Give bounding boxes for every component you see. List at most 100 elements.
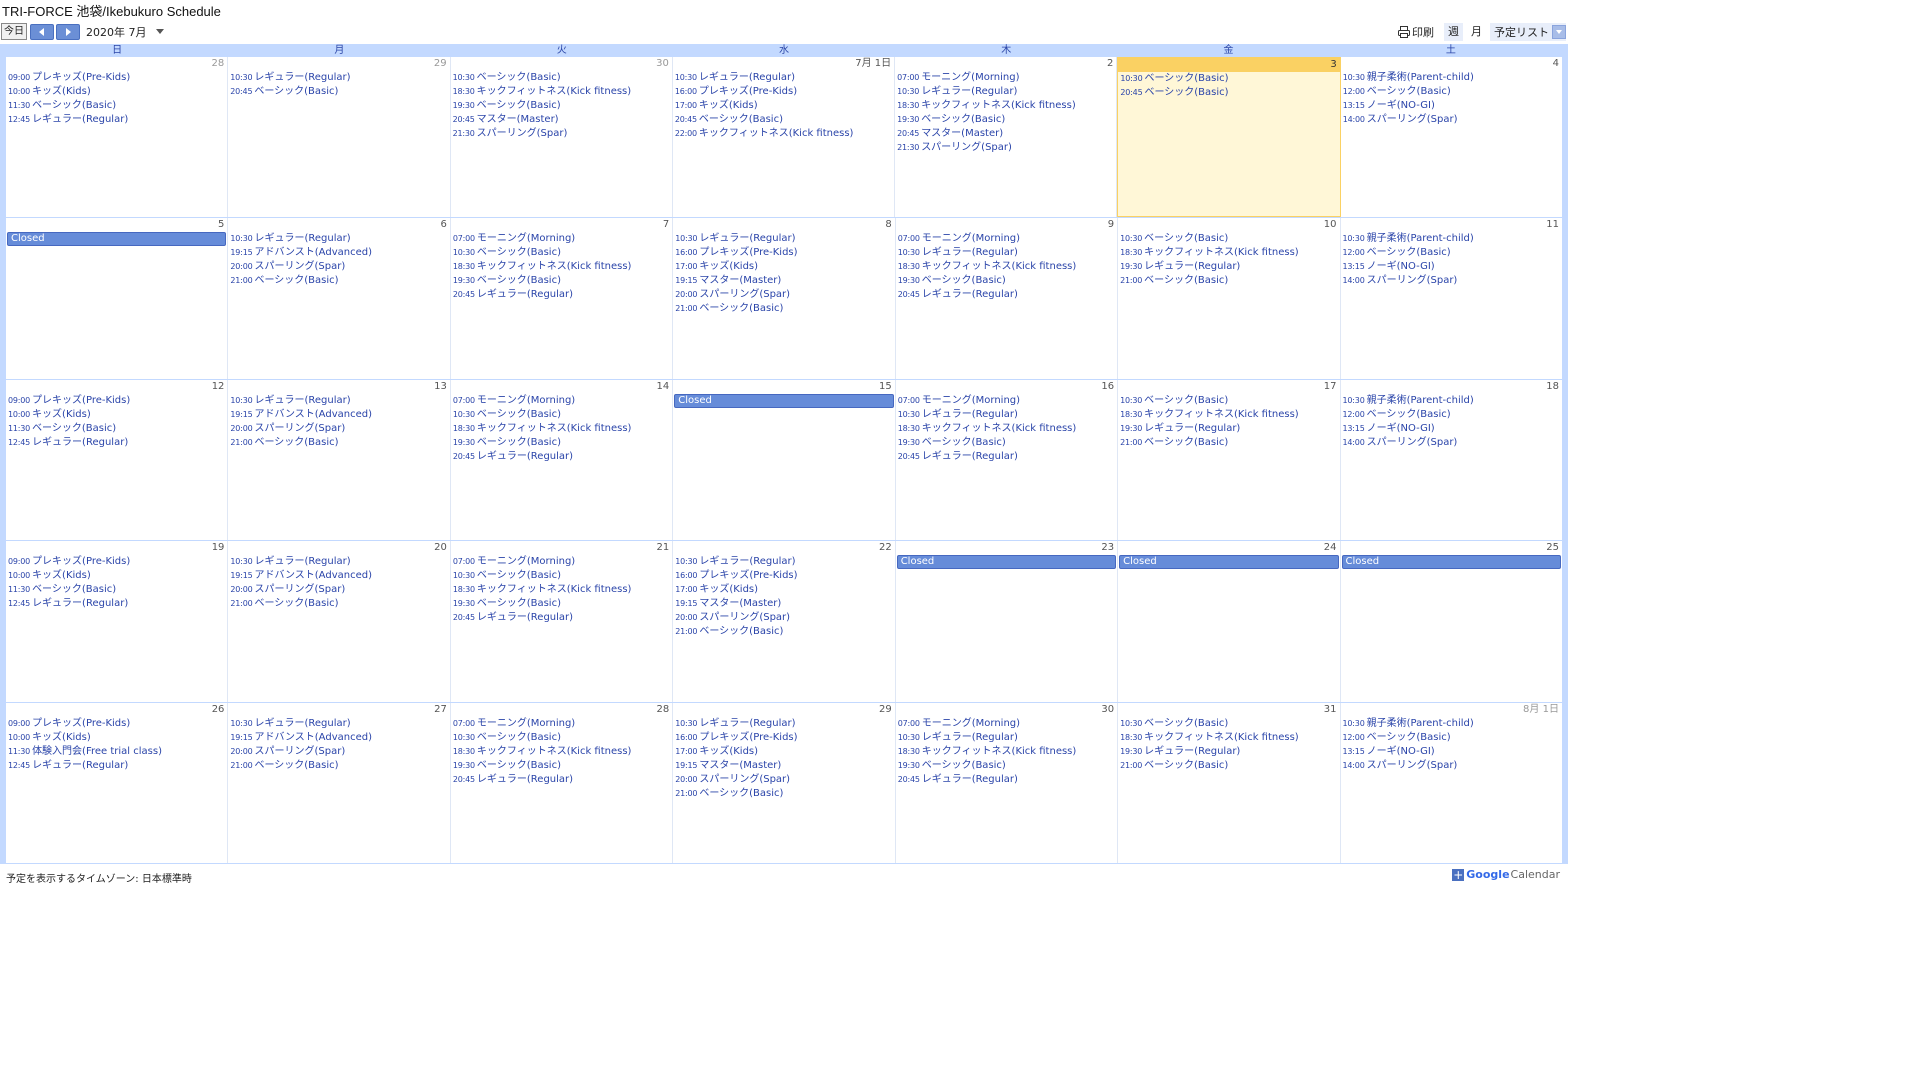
day-cell[interactable]: 4 10:30 親子柔術(Parent-child) 12:00 ベーシック(Basic…: [1340, 57, 1562, 218]
day-cell[interactable]: 28 07:00 モーニング(Morning) 10:30 ベーシック(Basic) 18…: [450, 702, 674, 864]
day-number[interactable]: 9: [896, 218, 1117, 232]
event-item[interactable]: 14:00 スパーリング(Spar): [1343, 274, 1562, 288]
day-number[interactable]: 27: [228, 703, 449, 717]
day-number[interactable]: 14: [451, 380, 672, 394]
day-number[interactable]: 30: [896, 703, 1117, 717]
event-item[interactable]: 16:00 プレキッズ(Pre-Kids): [675, 569, 894, 583]
day-cell[interactable]: 3 10:30 ベーシック(Basic) 20:45 ベーシック(Basic): [1117, 57, 1341, 218]
today-button[interactable]: 今日: [1, 23, 27, 40]
day-number[interactable]: 6: [228, 218, 449, 232]
event-item[interactable]: 10:30 レギュラー(Regular): [675, 717, 894, 731]
day-number[interactable]: 16: [896, 380, 1117, 394]
event-item[interactable]: 17:00 キッズ(Kids): [675, 99, 894, 113]
event-item[interactable]: 22:00 キックフィットネス(Kick fitness): [675, 127, 894, 141]
day-number[interactable]: 18: [1341, 380, 1562, 394]
event-item[interactable]: 20:00 スパーリング(Spar): [675, 611, 894, 625]
event-item[interactable]: 19:15 アドバンスト(Advanced): [230, 408, 449, 422]
day-number[interactable]: 4: [1341, 57, 1562, 71]
chevron-down-icon[interactable]: [1552, 25, 1566, 39]
event-item[interactable]: 10:30 ベーシック(Basic): [453, 408, 672, 422]
closed-event[interactable]: Closed: [7, 232, 227, 247]
event-item[interactable]: 20:45 マスター(Master): [453, 113, 672, 127]
event-item[interactable]: 19:30 レギュラー(Regular): [1120, 745, 1339, 759]
event-item[interactable]: 14:00 スパーリング(Spar): [1343, 113, 1562, 127]
event-item[interactable]: 17:00 キッズ(Kids): [675, 583, 894, 597]
event-item[interactable]: 07:00 モーニング(Morning): [453, 717, 672, 731]
day-cell[interactable]: 14 07:00 モーニング(Morning) 10:30 ベーシック(Basic) 18…: [450, 379, 674, 541]
day-number[interactable]: 23: [896, 541, 1117, 555]
google-calendar-link[interactable]: + Google Calendar: [1452, 868, 1560, 881]
event-item[interactable]: 18:30 キックフィットネス(Kick fitness): [453, 745, 672, 759]
day-cell[interactable]: 8月 1日 10:30 親子柔術(Parent-child) 12:00 ベーシック(B…: [1340, 702, 1562, 864]
event-item[interactable]: 10:30 レギュラー(Regular): [230, 717, 449, 731]
event-item[interactable]: 10:30 レギュラー(Regular): [898, 731, 1117, 745]
event-item[interactable]: 14:00 スパーリング(Spar): [1343, 759, 1562, 773]
agenda-view-tab[interactable]: 予定リスト: [1490, 23, 1566, 41]
event-item[interactable]: 21:00 ベーシック(Basic): [230, 436, 449, 450]
event-item[interactable]: 21:30 スパーリング(Spar): [897, 141, 1116, 155]
event-item[interactable]: 19:30 レギュラー(Regular): [1120, 422, 1339, 436]
day-number[interactable]: 7月 1日: [673, 57, 894, 71]
day-number[interactable]: 2: [895, 57, 1116, 71]
event-item[interactable]: 12:00 ベーシック(Basic): [1343, 408, 1562, 422]
event-item[interactable]: 12:00 ベーシック(Basic): [1343, 731, 1562, 745]
day-number[interactable]: 25: [1341, 541, 1562, 555]
week-view-tab[interactable]: 週: [1444, 23, 1463, 41]
event-item[interactable]: 21:00 ベーシック(Basic): [1120, 274, 1339, 288]
event-item[interactable]: 21:00 ベーシック(Basic): [230, 759, 449, 773]
day-number[interactable]: 17: [1118, 380, 1339, 394]
event-item[interactable]: 10:30 ベーシック(Basic): [1120, 394, 1339, 408]
closed-event[interactable]: Closed: [674, 393, 894, 408]
event-item[interactable]: 20:45 レギュラー(Regular): [898, 773, 1117, 787]
day-number[interactable]: 20: [228, 541, 449, 555]
event-item[interactable]: 20:00 スパーリング(Spar): [230, 422, 449, 436]
event-item[interactable]: 21:00 ベーシック(Basic): [1120, 436, 1339, 450]
event-item[interactable]: 07:00 モーニング(Morning): [453, 232, 672, 246]
event-item[interactable]: 20:00 スパーリング(Spar): [230, 583, 449, 597]
event-item[interactable]: 20:45 レギュラー(Regular): [453, 450, 672, 464]
day-cell[interactable]: 30 10:30 ベーシック(Basic) 18:30 キックフィットネス(Kick f…: [450, 57, 673, 218]
day-number[interactable]: 7: [451, 218, 672, 232]
day-cell[interactable]: 20 10:30 レギュラー(Regular) 19:15 アドバンスト(Advance…: [228, 541, 451, 702]
event-item[interactable]: 10:30 ベーシック(Basic): [453, 246, 672, 260]
event-item[interactable]: 19:30 ベーシック(Basic): [453, 99, 672, 113]
event-item[interactable]: 10:30 ベーシック(Basic): [1120, 232, 1339, 246]
event-item[interactable]: 21:00 ベーシック(Basic): [675, 787, 894, 801]
event-item[interactable]: 07:00 モーニング(Morning): [898, 232, 1117, 246]
event-item[interactable]: 07:00 モーニング(Morning): [453, 394, 672, 408]
print-button[interactable]: 印刷: [1398, 24, 1434, 40]
event-item[interactable]: 10:30 ベーシック(Basic): [1120, 72, 1339, 86]
day-number[interactable]: 19: [6, 541, 227, 555]
day-number[interactable]: 12: [6, 380, 227, 394]
event-item[interactable]: 18:30 キックフィットネス(Kick fitness): [453, 85, 672, 99]
event-item[interactable]: 18:30 キックフィットネス(Kick fitness): [898, 422, 1117, 436]
day-cell[interactable]: 5 Closed: [6, 218, 229, 379]
day-cell[interactable]: 2 07:00 モーニング(Morning) 10:30 レギュラー(Regular) 1…: [895, 57, 1118, 218]
event-item[interactable]: 10:30 レギュラー(Regular): [675, 232, 894, 246]
closed-event[interactable]: Closed: [896, 555, 1117, 570]
event-item[interactable]: 20:45 マスター(Master): [897, 127, 1116, 141]
event-item[interactable]: 12:00 ベーシック(Basic): [1343, 246, 1562, 260]
event-item[interactable]: 18:30 キックフィットネス(Kick fitness): [453, 260, 672, 274]
event-item[interactable]: 20:45 レギュラー(Regular): [453, 773, 672, 787]
day-cell[interactable]: 27 10:30 レギュラー(Regular) 19:15 アドバンスト(Advance…: [228, 702, 451, 864]
event-item[interactable]: 10:00 キッズ(Kids): [8, 85, 227, 99]
event-item[interactable]: 18:30 キックフィットネス(Kick fitness): [453, 422, 672, 436]
prev-month-button[interactable]: [30, 23, 54, 40]
day-cell[interactable]: 13 10:30 レギュラー(Regular) 19:15 アドバンスト(Advance…: [228, 379, 451, 541]
event-item[interactable]: 10:30 レギュラー(Regular): [230, 232, 449, 246]
event-item[interactable]: 14:00 スパーリング(Spar): [1343, 436, 1562, 450]
day-cell[interactable]: 12 09:00 プレキッズ(Pre-Kids) 10:00 キッズ(Kids) 11:3…: [6, 379, 229, 541]
event-item[interactable]: 10:30 レギュラー(Regular): [675, 71, 894, 85]
event-item[interactable]: 13:15 ノーギ(NO-GI): [1343, 422, 1562, 436]
next-month-button[interactable]: [56, 23, 80, 40]
event-item[interactable]: 12:45 レギュラー(Regular): [8, 597, 227, 611]
event-item[interactable]: 18:30 キックフィットネス(Kick fitness): [898, 260, 1117, 274]
event-item[interactable]: 10:30 レギュラー(Regular): [898, 408, 1117, 422]
event-item[interactable]: 19:30 ベーシック(Basic): [897, 113, 1116, 127]
event-item[interactable]: 07:00 モーニング(Morning): [897, 71, 1116, 85]
event-item[interactable]: 10:00 キッズ(Kids): [8, 569, 227, 583]
day-cell[interactable]: 24 Closed: [1118, 541, 1341, 702]
event-item[interactable]: 19:15 アドバンスト(Advanced): [230, 731, 449, 745]
event-item[interactable]: 10:00 キッズ(Kids): [8, 408, 227, 422]
